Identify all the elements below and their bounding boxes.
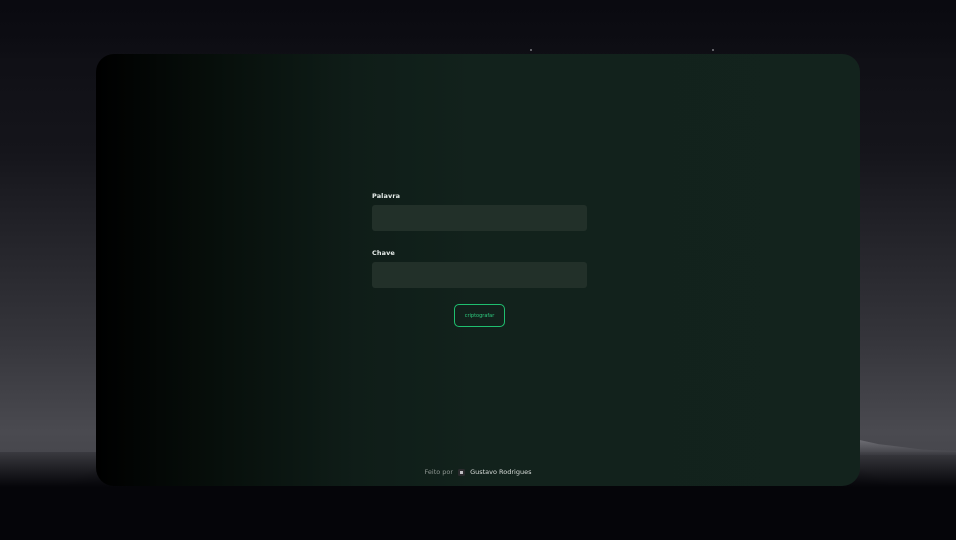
word-input[interactable]: [372, 205, 587, 231]
main-card: Palavra Chave criptografar Feito por Gus…: [96, 54, 860, 486]
encrypt-button[interactable]: criptografar: [454, 304, 505, 327]
author-link[interactable]: Gustavo Rodrigues: [470, 468, 531, 476]
footer: Feito por Gustavo Rodrigues: [96, 468, 860, 476]
word-label: Palavra: [372, 192, 401, 200]
word-field: Palavra: [372, 192, 587, 231]
key-field: Chave: [372, 249, 587, 288]
backdrop-top: [0, 0, 956, 60]
key-label: Chave: [372, 249, 395, 257]
backdrop-dot: [712, 49, 714, 51]
key-input[interactable]: [372, 262, 587, 288]
backdrop-dot: [530, 49, 532, 51]
footer-made-by: Feito por: [424, 468, 454, 476]
github-icon[interactable]: [458, 468, 466, 476]
backdrop-wave: [846, 437, 956, 455]
